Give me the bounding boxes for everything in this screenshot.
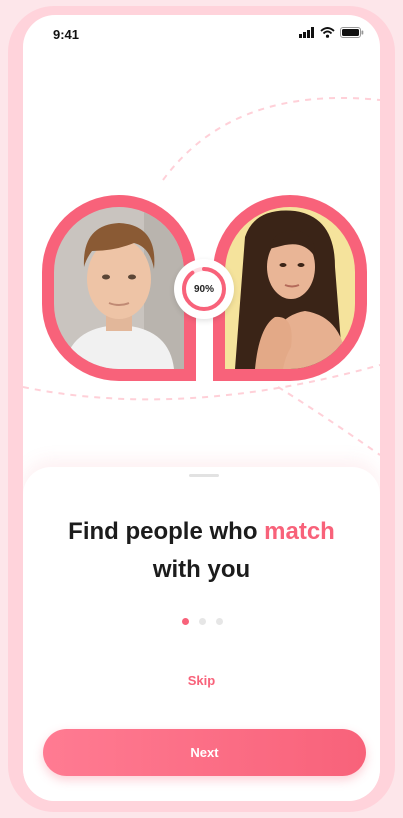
status-time: 9:41 (53, 27, 80, 42)
signal-icon (299, 27, 314, 38)
sheet-drag-handle[interactable] (189, 474, 219, 477)
status-icons (299, 27, 364, 38)
wifi-icon (320, 27, 335, 38)
page-dot-1[interactable] (182, 618, 189, 625)
status-bar: 9:41 (23, 15, 380, 55)
profile-photo-frame-right[interactable] (213, 195, 367, 381)
profile-photo-right (225, 207, 355, 369)
profile-photo-frame-left[interactable] (42, 195, 196, 381)
profile-photo-left (54, 207, 184, 369)
next-button[interactable]: Next (43, 729, 366, 776)
headline-accent-word: match (264, 518, 335, 545)
page-indicator (182, 618, 223, 625)
headline-text-part2: with you (152, 556, 251, 583)
onboarding-sheet: Find people who match with you Skip Next (23, 467, 380, 801)
page-dot-2[interactable] (199, 618, 206, 625)
battery-icon (340, 27, 364, 38)
match-percent-label: 90% (193, 283, 214, 295)
headline-text-part1: Find people who (68, 518, 265, 545)
phone-screen: 9:41 90% Find people who match with you … (23, 15, 380, 801)
page-dot-3[interactable] (216, 618, 223, 625)
skip-button[interactable]: Skip (23, 673, 380, 688)
onboarding-headline: Find people who match with you (23, 513, 380, 589)
match-percentage-badge: 90% (174, 259, 234, 319)
woman-portrait-image (225, 207, 355, 369)
man-portrait-image (54, 207, 184, 369)
